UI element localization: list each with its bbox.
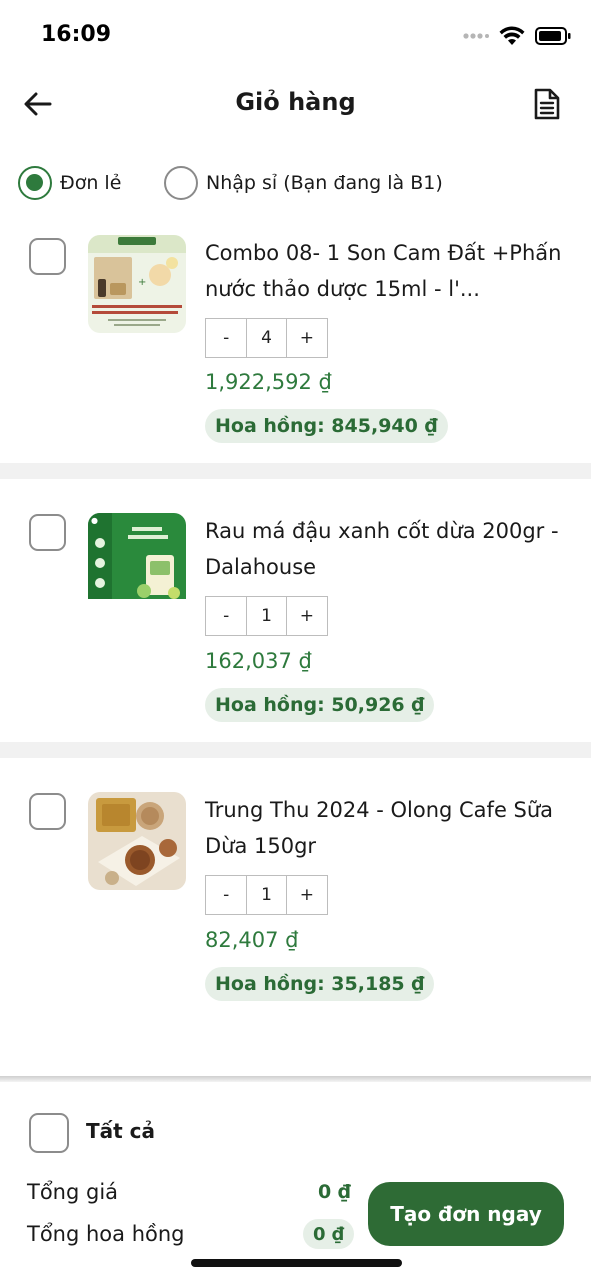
quantity-value[interactable]: 1 [246, 597, 287, 635]
quantity-decrease-button[interactable]: - [206, 319, 247, 357]
quantity-increase-button[interactable]: + [286, 876, 328, 914]
item-checkbox[interactable] [29, 238, 66, 275]
quantity-value[interactable]: 4 [246, 319, 287, 357]
commission-badge: Hoa hồng: 35,185 ₫ [205, 967, 435, 1001]
document-icon [534, 88, 560, 120]
cart-item: Trung Thu 2024 - Olong Cafe Sữa Dừa 150g… [0, 758, 591, 1022]
mode-single-option[interactable]: Đơn lẻ [18, 166, 121, 200]
status-icons [463, 24, 571, 48]
quantity-value[interactable]: 1 [246, 876, 287, 914]
radio-unchecked-icon [164, 166, 198, 200]
status-time: 16:09 [41, 22, 112, 47]
mode-single-label: Đơn lẻ [60, 172, 122, 194]
quantity-increase-button[interactable]: + [286, 319, 328, 357]
status-bar: 16:09 [0, 0, 591, 70]
quantity-decrease-button[interactable]: - [206, 597, 247, 635]
total-price-value: 0 ₫ [317, 1181, 351, 1203]
radio-checked-icon [18, 166, 52, 200]
product-price: 162,037 ₫ [205, 649, 312, 673]
commission-badge: Hoa hồng: 845,940 ₫ [205, 409, 448, 443]
product-image-rau-ma: ● [88, 513, 186, 611]
total-commission-label: Tổng hoa hồng [27, 1222, 185, 1246]
item-divider [0, 742, 591, 758]
product-image[interactable]: + [88, 235, 186, 333]
total-price-label: Tổng giá [27, 1180, 119, 1204]
battery-icon [535, 27, 571, 45]
quantity-increase-button[interactable]: + [286, 597, 328, 635]
mode-wholesale-option[interactable]: Nhập sỉ (Bạn đang là B1) [164, 166, 443, 200]
nav-bar: Giỏ hàng [0, 70, 591, 140]
item-checkbox[interactable] [29, 793, 66, 830]
order-mode-selector: Đơn lẻ Nhập sỉ (Bạn đang là B1) [0, 160, 591, 204]
item-checkbox[interactable] [29, 514, 66, 551]
product-image[interactable] [88, 792, 186, 890]
svg-text:●: ● [91, 516, 98, 525]
total-commission-value: 0 ₫ [303, 1219, 355, 1249]
order-document-button[interactable] [529, 84, 565, 124]
product-image[interactable]: ● [88, 513, 186, 611]
item-divider [0, 463, 591, 479]
product-name[interactable]: Trung Thu 2024 - Olong Cafe Sữa Dừa 150g… [205, 792, 575, 864]
quantity-stepper: - 4 + [205, 318, 328, 358]
product-image-combo-son: + [88, 235, 186, 333]
cellular-signal-icon [463, 33, 489, 39]
page-title: Giỏ hàng [235, 88, 356, 116]
commission-badge: Hoa hồng: 50,926 ₫ [205, 688, 435, 722]
mode-wholesale-label: Nhập sỉ (Bạn đang là B1) [206, 172, 443, 194]
quantity-stepper: - 1 + [205, 596, 328, 636]
create-order-button[interactable]: Tạo đơn ngay [368, 1182, 564, 1246]
select-all-checkbox[interactable] [29, 1113, 69, 1153]
product-price: 1,922,592 ₫ [205, 370, 332, 394]
wifi-icon [499, 26, 525, 45]
product-name[interactable]: Combo 08- 1 Son Cam Đất +Phấn nước thảo … [205, 235, 575, 307]
quantity-decrease-button[interactable]: - [206, 876, 247, 914]
cart-item: + Combo 08- 1 Son Cam Đất +Phấn nước thả… [0, 214, 591, 478]
product-image-trung-thu [88, 792, 186, 890]
quantity-stepper: - 1 + [205, 875, 328, 915]
cart-summary-footer [0, 1076, 591, 1280]
cart-item: ● Rau má đậu xanh cốt dừa 200gr - Dalaho… [0, 479, 591, 743]
product-name[interactable]: Rau má đậu xanh cốt dừa 200gr - Dalahous… [205, 513, 575, 585]
select-all-label[interactable]: Tất cả [86, 1119, 155, 1143]
footer-divider [0, 1076, 591, 1082]
product-price: 82,407 ₫ [205, 928, 299, 952]
svg-text:+: + [138, 277, 146, 288]
home-indicator [191, 1259, 402, 1267]
